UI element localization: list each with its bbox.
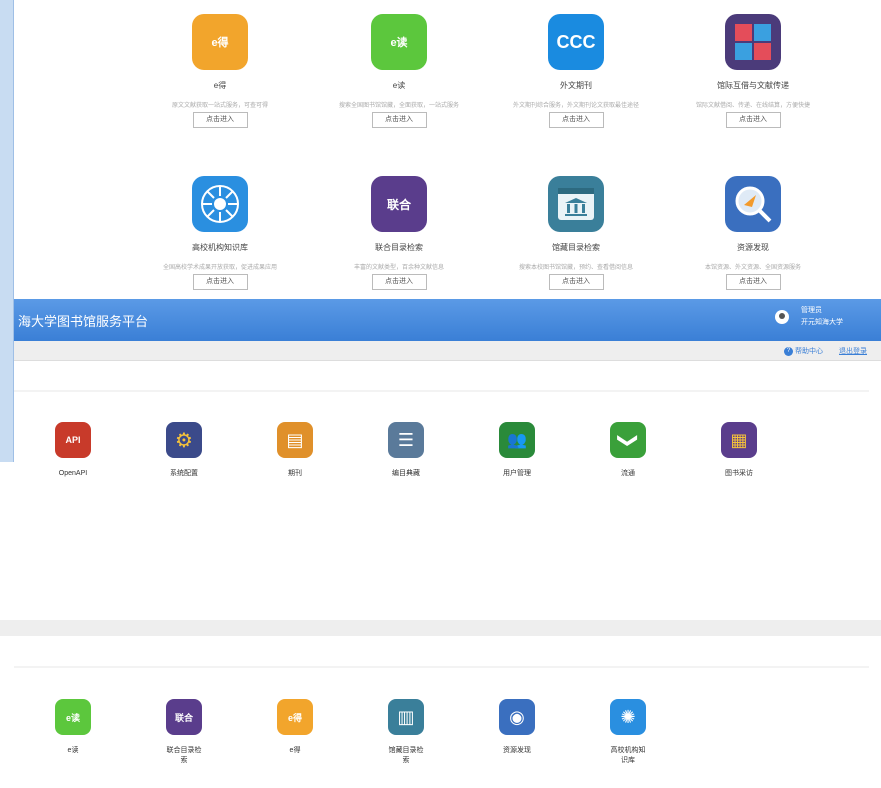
module-label: 资源发现: [503, 747, 531, 754]
card-title: 资源发现: [737, 243, 769, 252]
left-side-strip: [0, 0, 14, 462]
card-title: 联合目录检索: [375, 243, 423, 252]
card-e-de: e得 e得 原文文献获取一站式服务，可查可得 点击进入: [130, 14, 310, 128]
module-label: e读: [67, 747, 79, 754]
ill-icon[interactable]: [725, 14, 781, 70]
users-icon: 👥: [499, 422, 535, 458]
card-title: e读: [392, 81, 406, 90]
module-journal[interactable]: ▤ 期刊: [250, 422, 340, 479]
openapi-icon: API: [55, 422, 91, 458]
module-label: 馆藏目录检索: [388, 747, 424, 764]
module-user-management[interactable]: 👥 用户管理: [472, 422, 562, 479]
module-label: 用户管理: [503, 470, 531, 477]
institutional-repository-icon[interactable]: [192, 176, 248, 232]
card-title: e得: [213, 81, 227, 90]
e-de-icon[interactable]: e得: [192, 14, 248, 70]
module-label: 编目典藏: [392, 470, 420, 477]
module-label: 高校机构知识库: [610, 747, 646, 764]
module-system-config[interactable]: ⚙ 系统配置: [139, 422, 229, 479]
enter-button[interactable]: 点击进入: [725, 274, 781, 290]
card-union-catalog: 联合 联合目录检索 丰富的文献类型，百余种文献信息 点击进入: [309, 176, 489, 290]
card-description: 本馆资源、外文资源、全国资源服务: [704, 265, 801, 270]
module-union-catalog[interactable]: 联合 联合目录检索: [139, 699, 229, 766]
opac-icon[interactable]: [548, 176, 604, 232]
card-description: 外文期刊综合服务，外文期刊论文获取最佳途径: [512, 103, 639, 108]
enter-button[interactable]: 点击进入: [725, 112, 781, 128]
module-discovery[interactable]: ◉ 资源发现: [472, 699, 562, 756]
catalog-icon: ☰: [388, 422, 424, 458]
e-du-icon: e读: [55, 699, 91, 735]
help-center-link[interactable]: ? 帮助中心: [784, 346, 823, 356]
module-acquisition[interactable]: ▦ 图书采访: [694, 422, 784, 479]
card-description: 全国高校学术成果开放获取，促进成果应用: [162, 265, 277, 270]
card-discovery: 资源发现 本馆资源、外文资源、全国资源服务 点击进入: [663, 176, 843, 290]
card-opac: 馆藏目录检索 搜索本校图书馆馆藏，预约、查看借阅信息 点击进入: [486, 176, 666, 290]
journal-icon: ▤: [277, 422, 313, 458]
module-e-du[interactable]: e读 e读: [28, 699, 118, 756]
org-name: 开元知海大学: [801, 319, 843, 326]
discovery-icon[interactable]: [725, 176, 781, 232]
module-openapi[interactable]: API OpenAPI: [28, 422, 118, 479]
divider: [14, 666, 869, 668]
card-foreign-journals: CCC 外文期刊 外文期刊综合服务，外文期刊论文获取最佳途径 点击进入: [486, 14, 666, 128]
e-du-icon[interactable]: e读: [371, 14, 427, 70]
card-description: 原文文献获取一站式服务，可查可得: [171, 103, 268, 108]
module-label: e得: [289, 747, 301, 754]
platform-title: 海大学图书馆服务平台: [18, 314, 149, 329]
user-info[interactable]: 管理员 开元知海大学: [801, 305, 843, 329]
card-institutional-repository: 高校机构知识库 全国高校学术成果开放获取，促进成果应用 点击进入: [130, 176, 310, 290]
acquisition-icon: ▦: [721, 422, 757, 458]
card-description: 丰富的文献类型，百余种文献信息: [353, 265, 444, 270]
section-separator: [0, 620, 881, 636]
circulation-icon: ❯: [610, 422, 646, 458]
card-title: 外文期刊: [560, 81, 592, 90]
enter-button[interactable]: 点击进入: [548, 274, 604, 290]
module-cataloging[interactable]: ☰ 编目典藏: [361, 422, 451, 479]
platform-header: 海大学图书馆服务平台 管理员 开元知海大学: [14, 299, 881, 341]
enter-button[interactable]: 点击进入: [192, 274, 248, 290]
logout-link[interactable]: 退出登录: [839, 346, 867, 356]
module-e-de[interactable]: e得 e得: [250, 699, 340, 756]
e-de-icon: e得: [277, 699, 313, 735]
module-label: 图书采访: [725, 470, 753, 477]
divider: [14, 390, 869, 392]
user-name: 管理员: [801, 307, 822, 314]
opac-icon: ▥: [388, 699, 424, 735]
discovery-icon: ◉: [499, 699, 535, 735]
card-title: 馆际互借与文献传递: [717, 81, 789, 90]
module-label: 联合目录检索: [166, 747, 202, 764]
module-label: OpenAPI: [58, 470, 88, 477]
institutional-repository-icon: ✺: [610, 699, 646, 735]
ccc-icon[interactable]: CCC: [548, 14, 604, 70]
card-description: 搜索全国图书馆馆藏，全面获取，一站式服务: [338, 103, 459, 108]
card-description: 馆际文献借阅、传递、在线结算，方便快捷: [695, 103, 810, 108]
module-label: 流通: [621, 470, 635, 477]
card-interlibrary-loan: 馆际互借与文献传递 馆际文献借阅、传递、在线结算，方便快捷 点击进入: [663, 14, 843, 128]
resource-card-grid: e得 e得 原文文献获取一站式服务，可查可得 点击进入 e读 e读 搜索全国图书…: [14, 0, 881, 300]
sub-toolbar: ? 帮助中心 退出登录: [14, 341, 881, 361]
union-catalog-icon[interactable]: 联合: [371, 176, 427, 232]
enter-button[interactable]: 点击进入: [371, 274, 427, 290]
module-opac[interactable]: ▥ 馆藏目录检索: [361, 699, 451, 766]
enter-button[interactable]: 点击进入: [371, 112, 427, 128]
card-description: 搜索本校图书馆馆藏，预约、查看借阅信息: [518, 265, 633, 270]
card-title: 馆藏目录检索: [552, 243, 600, 252]
enter-button[interactable]: 点击进入: [192, 112, 248, 128]
module-label: 期刊: [288, 470, 302, 477]
avatar[interactable]: [775, 310, 789, 324]
help-icon: ?: [784, 346, 793, 356]
card-title: 高校机构知识库: [192, 243, 248, 252]
union-catalog-icon: 联合: [166, 699, 202, 735]
enter-button[interactable]: 点击进入: [548, 112, 604, 128]
module-label: 系统配置: [170, 470, 198, 477]
module-institutional-repository[interactable]: ✺ 高校机构知识库: [583, 699, 673, 766]
module-circulation[interactable]: ❯ 流通: [583, 422, 673, 479]
card-e-du: e读 e读 搜索全国图书馆馆藏，全面获取，一站式服务 点击进入: [309, 14, 489, 128]
gear-icon: ⚙: [166, 422, 202, 458]
